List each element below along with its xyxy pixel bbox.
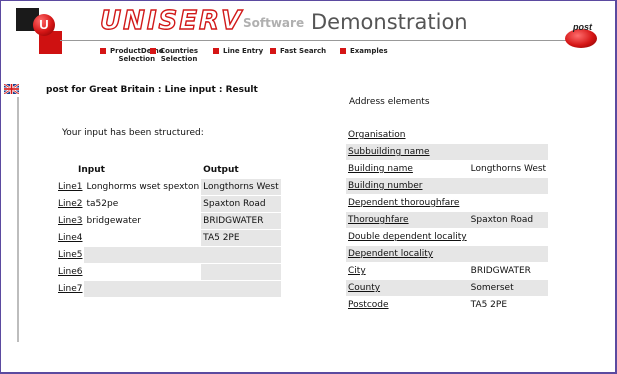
bullet-icon [100, 48, 106, 54]
uk-flag-icon [4, 84, 19, 94]
value-cell [468, 246, 549, 262]
line6-link[interactable]: Line6 [58, 267, 82, 277]
value-cell: Spaxton Road [468, 212, 549, 228]
table-row: Line5 [56, 247, 281, 263]
value-cell [469, 127, 548, 143]
nav-fast-search[interactable]: Fast Search [270, 47, 326, 55]
line3-link[interactable]: Line3 [58, 216, 82, 226]
dependent-thoroughfare-link[interactable]: Dependent thoroughfare [348, 198, 459, 208]
bullet-icon [270, 48, 276, 54]
output-cell [201, 264, 281, 280]
output-column-header: Output [203, 165, 239, 175]
line7-link[interactable]: Line7 [58, 284, 82, 294]
table-row: Building number [346, 178, 549, 194]
input-cell [84, 230, 201, 246]
ball-icon: U [33, 14, 55, 36]
table-row: City BRIDGWATER [346, 263, 548, 279]
output-cell: TA5 2PE [201, 230, 281, 246]
bullet-icon [213, 48, 219, 54]
output-cell: Spaxton Road [201, 196, 281, 212]
uniserv-cube-logo: U [16, 8, 62, 54]
table-row: Line3 bridgewater BRIDGWATER [56, 213, 281, 229]
output-cell [201, 281, 281, 297]
input-cell [84, 247, 202, 263]
value-cell: Longthorns West [470, 164, 547, 174]
value-cell [469, 229, 548, 245]
output-cell [201, 247, 281, 263]
input-output-table: Input Output Line1 Longhorms wset spexto… [56, 161, 281, 298]
dependent-locality-link[interactable]: Dependent locality [348, 249, 433, 259]
value-cell: TA5 2PE [470, 300, 508, 310]
bullet-icon [150, 48, 156, 54]
address-elements-table: Organisation Subbuilding name Building n… [346, 126, 549, 314]
address-elements-heading: Address elements [349, 97, 430, 107]
table-row: Line2 ta52pe Spaxton Road [56, 196, 281, 212]
input-column-header: Input [78, 165, 105, 175]
input-cell: ta52pe [86, 199, 119, 209]
value-cell [468, 178, 549, 194]
output-cell: Longthorns West [201, 179, 281, 195]
organisation-link[interactable]: Organisation [348, 130, 406, 140]
postcode-link[interactable]: Postcode [348, 300, 389, 310]
value-cell: BRIDGWATER [470, 266, 531, 276]
line1-link[interactable]: Line1 [58, 182, 82, 192]
nav-examples[interactable]: Examples [340, 47, 388, 55]
page-title: post for Great Britain : Line input : Re… [46, 85, 258, 95]
header-divider [60, 40, 574, 41]
table-row: County Somerset [346, 280, 549, 296]
table-row: Organisation [346, 127, 548, 143]
table-row: Thoroughfare Spaxton Road [346, 212, 549, 228]
table-row: Double dependent locality [346, 229, 548, 245]
double-dependent-locality-link[interactable]: Double dependent locality [348, 232, 467, 242]
table-row: Line4 TA5 2PE [56, 230, 281, 246]
software-label: Software [243, 16, 305, 30]
input-cell [84, 264, 201, 280]
table-row: Dependent locality [346, 246, 549, 262]
table-row: Building name Longthorns West [346, 161, 548, 177]
input-cell: Longhorms wset spexton [86, 182, 200, 192]
value-cell: Somerset [468, 280, 549, 296]
bullet-icon [340, 48, 346, 54]
output-cell: BRIDGWATER [201, 213, 281, 229]
line2-link[interactable]: Line2 [58, 199, 82, 209]
brand-logo: UNISERV [99, 5, 244, 36]
building-name-link[interactable]: Building name [348, 164, 413, 174]
line4-link[interactable]: Line4 [58, 233, 82, 243]
nav-countries-selection[interactable]: Countries Selection [150, 47, 198, 63]
table-row: Subbuilding name [346, 144, 549, 160]
building-number-link[interactable]: Building number [348, 181, 423, 191]
thoroughfare-link[interactable]: Thoroughfare [348, 215, 409, 225]
table-row: Postcode TA5 2PE [346, 297, 548, 313]
nav-line-entry[interactable]: Line Entry [213, 47, 263, 55]
input-cell: bridgewater [86, 216, 142, 226]
table-row: Dependent thoroughfare [346, 195, 548, 211]
table-row: Line7 [56, 281, 281, 297]
value-cell [468, 144, 549, 160]
city-link[interactable]: City [348, 266, 366, 276]
table-row: Line1 Longhorms wset spexton Longthorns … [56, 179, 281, 195]
value-cell [469, 195, 548, 211]
input-cell [84, 281, 202, 297]
structured-message: Your input has been structured: [62, 128, 204, 138]
post-logo: post [565, 22, 597, 48]
table-row: Line6 [56, 264, 281, 280]
line5-link[interactable]: Line5 [58, 250, 82, 260]
subbuilding-name-link[interactable]: Subbuilding name [348, 147, 430, 157]
demonstration-label: Demonstration [311, 10, 468, 34]
left-vertical-bar [17, 97, 19, 342]
county-link[interactable]: County [348, 283, 380, 293]
